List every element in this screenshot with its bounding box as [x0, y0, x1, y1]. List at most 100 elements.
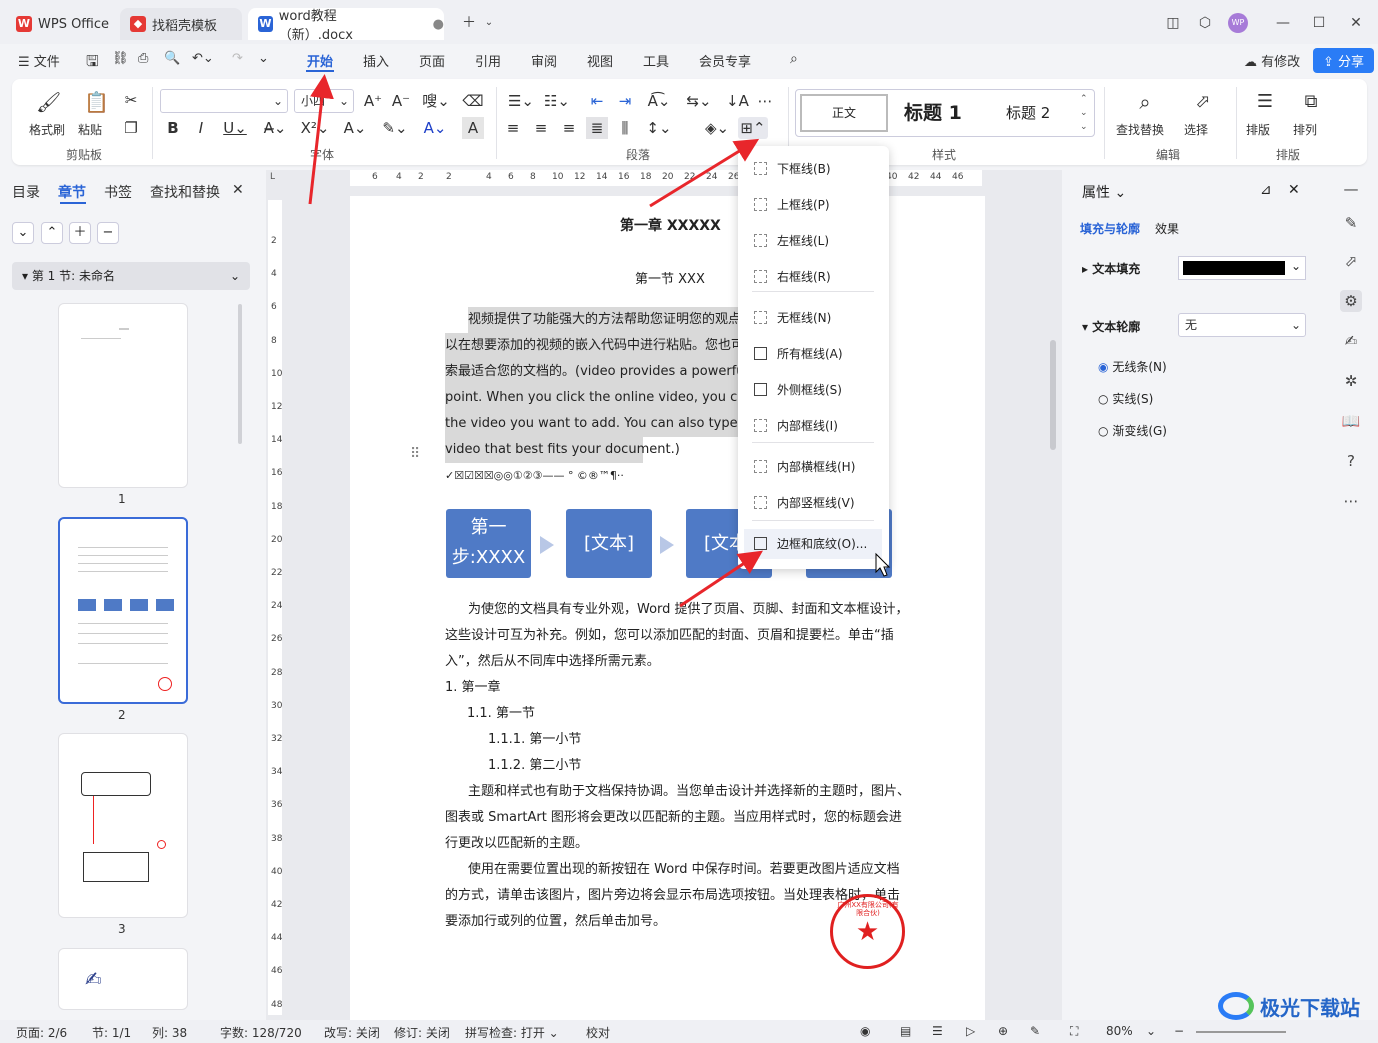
border-menu-item[interactable]: 内部框线(I) [738, 411, 889, 441]
ruler-corner-icon[interactable]: L [270, 172, 275, 182]
cube-icon[interactable]: ⬡ [1192, 10, 1218, 36]
border-menu-item[interactable]: 内部横框线(H) [738, 452, 889, 482]
pen-icon[interactable]: ✎ [1340, 212, 1362, 234]
font-name-combo[interactable]: ⌄ [160, 89, 288, 113]
border-menu-item[interactable]: 无框线(N) [738, 303, 889, 333]
text-outline-section[interactable]: ▾ 文本轮廓 [1082, 318, 1140, 335]
avatar[interactable]: WP [1225, 10, 1251, 36]
outline-style-combo[interactable]: 无 ⌄ [1178, 313, 1306, 337]
outline-view-icon[interactable]: ☰ [932, 1024, 943, 1038]
chinese-layout-icon[interactable]: A͡⌄ [644, 90, 674, 112]
pin-icon[interactable]: ⊿ [1260, 182, 1272, 198]
revision-status[interactable]: 修订: 关闭 [394, 1024, 450, 1041]
find-replace-button[interactable]: 查找替换 [1116, 121, 1164, 138]
text-fill-section[interactable]: ▸ 文本填充 [1082, 260, 1140, 277]
drag-handle-icon[interactable]: ⠿ [410, 446, 420, 462]
tab-page[interactable]: 页面 [419, 51, 445, 70]
page-thumbnail-3[interactable] [58, 733, 188, 918]
text-effect-icon[interactable]: A⌄ [340, 117, 370, 139]
book-icon[interactable]: 📖 [1340, 410, 1362, 432]
style-heading-2[interactable]: 标题 2 [1006, 102, 1050, 123]
page-thumbnail-1[interactable] [58, 303, 188, 488]
help-icon[interactable]: ? [1340, 450, 1362, 472]
fill-color-picker[interactable]: ⌄ [1178, 256, 1306, 280]
tab-toc[interactable]: 目录 [12, 182, 40, 202]
zoom-slider[interactable] [1196, 1031, 1286, 1033]
tab-insert[interactable]: 插入 [363, 51, 389, 70]
tab-review[interactable]: 审阅 [531, 51, 557, 70]
zoom-level[interactable]: 80% [1106, 1024, 1133, 1038]
border-menu-item[interactable]: 内部竖框线(V) [738, 488, 889, 518]
print-icon[interactable]: ⎙ [138, 51, 148, 66]
tab-reference[interactable]: 引用 [475, 51, 501, 70]
style-heading-1[interactable]: 标题 1 [904, 98, 962, 125]
font-size-combo[interactable]: 小四 ⌄ [294, 89, 354, 113]
bold-icon[interactable]: B [162, 117, 184, 139]
modified-indicator[interactable]: ☁ 有修改 [1244, 51, 1300, 70]
close-icon[interactable]: ✕ [1343, 10, 1369, 36]
print-preview-icon[interactable]: 🔍 [164, 51, 180, 66]
eye-icon[interactable]: ◉ [860, 1024, 870, 1038]
play-icon[interactable]: ▷ [966, 1024, 975, 1038]
clear-format-icon[interactable]: ⌫ [462, 90, 484, 112]
align-right-icon[interactable]: ≡ [558, 117, 580, 139]
border-menu-item[interactable]: 下框线(B) [738, 154, 889, 184]
italic-icon[interactable]: I [190, 117, 212, 139]
superscript-icon[interactable]: X²⌄ [300, 117, 330, 139]
scrollbar[interactable] [238, 304, 242, 444]
shading-icon[interactable]: ◈⌄ [702, 117, 732, 139]
close-icon[interactable]: ✕ [1288, 182, 1300, 198]
border-button[interactable]: ⊞⌃ [738, 117, 768, 139]
pen-mode-icon[interactable]: ✎ [1030, 1024, 1040, 1038]
text-direction-icon[interactable]: ⇆⌄ [684, 90, 714, 112]
fit-page-icon[interactable]: ⛶ [1070, 1024, 1078, 1039]
align-center-icon[interactable]: ≡ [530, 117, 552, 139]
bullets-icon[interactable]: ☰⌄ [506, 90, 536, 112]
vertical-scrollbar[interactable] [1050, 340, 1056, 450]
show-marks-icon[interactable]: ⋯ [754, 90, 776, 112]
share-link-icon[interactable]: ⛓ [112, 51, 129, 66]
format-painter-button[interactable]: 格式刷 [29, 121, 65, 138]
paste-button[interactable]: 粘贴 [78, 121, 102, 138]
align-left-icon[interactable]: ≡ [502, 117, 524, 139]
font-color-icon[interactable]: A⌄ [420, 117, 450, 139]
page-indicator[interactable]: 页面: 2/6 [16, 1024, 67, 1041]
search-icon[interactable]: ⌕ [790, 51, 798, 67]
flow-step-2[interactable]: [文本] [566, 509, 652, 578]
file-menu[interactable]: ☰ 文件 [18, 51, 60, 70]
properties-title[interactable]: 属性 ⌄ [1082, 182, 1126, 202]
tab-tools[interactable]: 工具 [643, 51, 669, 70]
tab-list-chevron-icon[interactable]: ⌄ [476, 10, 502, 36]
remove-icon[interactable]: − [97, 222, 119, 244]
arrange-button[interactable]: 排列 [1293, 121, 1317, 138]
redo-icon[interactable]: ↷ [232, 51, 243, 66]
radio-solid-line[interactable]: ○ 实线(S) [1098, 390, 1153, 407]
close-icon[interactable]: ✕ [232, 182, 244, 198]
radio-no-line[interactable]: ◉ 无线条(N) [1098, 358, 1167, 375]
style-normal[interactable]: 正文 [800, 94, 888, 132]
border-menu-item[interactable]: 外侧框线(S) [738, 375, 889, 405]
cut-icon[interactable]: ✂ [120, 89, 142, 111]
layout-button[interactable]: 排版 [1246, 121, 1270, 138]
tab-effects[interactable]: 效果 [1155, 220, 1179, 237]
tab-find-replace[interactable]: 查找和替换 [150, 182, 220, 202]
section-indicator[interactable]: 节: 1/1 [92, 1024, 131, 1041]
page-view-icon[interactable]: ▤ [900, 1024, 911, 1038]
border-menu-item[interactable]: 上框线(P) [738, 190, 889, 220]
char-shading-icon[interactable]: A [462, 117, 484, 139]
page-thumbnail-2[interactable] [58, 517, 188, 704]
numbering-icon[interactable]: ☷⌄ [542, 90, 572, 112]
section-item[interactable]: ▾ 第 1 节: 未命名 ⌄ [12, 262, 250, 290]
distribute-icon[interactable]: ⫼ [614, 117, 636, 139]
ai-writing-icon[interactable]: ✍ [1340, 330, 1362, 352]
increase-indent-icon[interactable]: ⇥ [614, 90, 636, 112]
tab-sections[interactable]: 章节 [58, 182, 86, 202]
chevron-up-icon[interactable]: ⌃ [41, 222, 63, 244]
web-view-icon[interactable]: ⊕ [998, 1024, 1008, 1038]
zoom-out-icon[interactable]: − [1174, 1024, 1184, 1038]
more-icon[interactable]: ⋯ [1340, 490, 1362, 512]
copy-icon[interactable]: ❐ [120, 117, 142, 139]
tools-icon[interactable]: ✲ [1340, 370, 1362, 392]
border-menu-item[interactable]: 右框线(R) [738, 262, 889, 292]
spellcheck-status[interactable]: 拼写检查: 打开 ⌄ [465, 1024, 559, 1041]
